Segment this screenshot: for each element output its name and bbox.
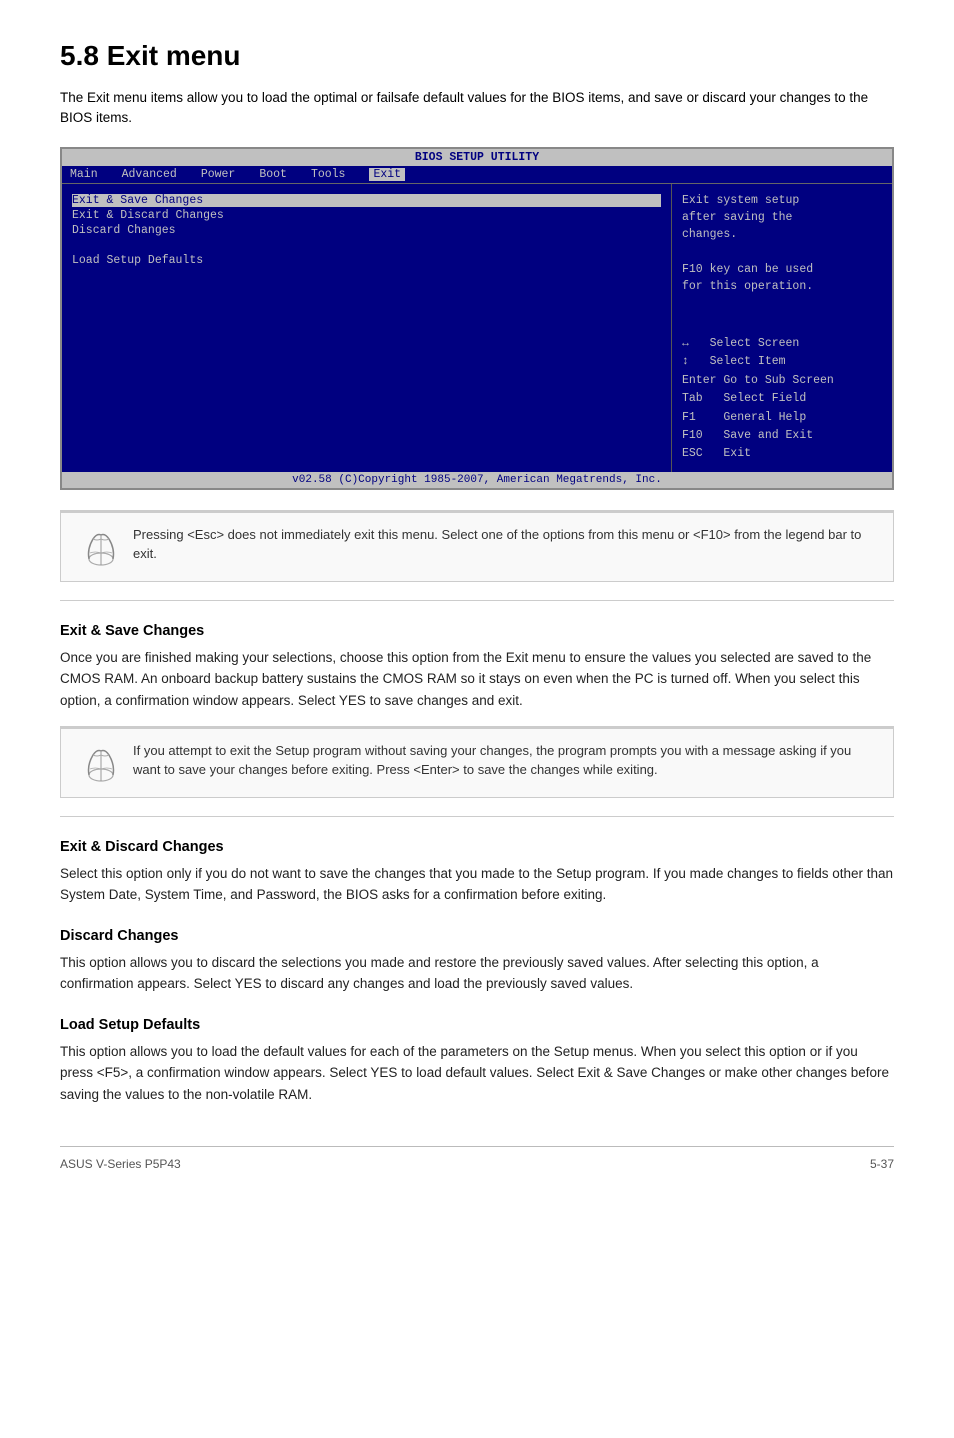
divider-1 [60,600,894,601]
bios-legend-item-screen: ↔ Select Screen [682,335,882,353]
bios-menu-item-1: Exit & Save Changes [72,194,661,207]
bios-help-text: Exit system setupafter saving thechanges… [682,192,882,296]
bios-legend-item-item: ↕ Select Item [682,353,882,371]
bios-header: BIOS SETUP UTILITY [62,149,892,166]
bios-nav-power: Power [201,168,236,181]
section-heading-exit-discard: Exit & Discard Changes [60,839,894,855]
section-heading-exit-save: Exit & Save Changes [60,623,894,639]
section-heading-discard: Discard Changes [60,928,894,944]
bios-screenshot: BIOS SETUP UTILITY Main Advanced Power B… [60,147,894,490]
bios-nav-tools: Tools [311,168,346,181]
note-icon-1 [75,525,119,569]
bios-footer: v02.58 (C)Copyright 1985-2007, American … [62,472,892,488]
bios-nav-advanced: Advanced [122,168,177,181]
bios-legend-item-esc: ESC Exit [682,445,882,463]
bios-menu-item-4: Load Setup Defaults [72,254,661,267]
bios-legend-item-f1: F1 General Help [682,409,882,427]
footer-right: 5-37 [870,1157,894,1171]
bios-menu-item-2: Exit & Discard Changes [72,209,661,222]
bios-nav: Main Advanced Power Boot Tools Exit [62,166,892,184]
note-text-2: If you attempt to exit the Setup program… [133,741,879,780]
bios-legend-item-enter: Enter Go to Sub Screen [682,372,882,390]
footer-left: ASUS V-Series P5P43 [60,1157,181,1171]
section-body-exit-discard: Select this option only if you do not wa… [60,863,894,906]
intro-text: The Exit menu items allow you to load th… [60,88,894,129]
bios-legend-item-f10: F10 Save and Exit [682,427,882,445]
bios-menu-item-spacer [72,239,661,252]
divider-2 [60,816,894,817]
section-body-discard: This option allows you to discard the se… [60,952,894,995]
bios-legend: ↔ Select Screen ↕ Select Item Enter Go t… [682,335,882,464]
bios-nav-main: Main [70,168,98,181]
bios-legend-item-tab: Tab Select Field [682,390,882,408]
bios-nav-exit: Exit [369,168,405,181]
note-icon-2 [75,741,119,785]
note-text-1: Pressing <Esc> does not immediately exit… [133,525,879,564]
page-footer: ASUS V-Series P5P43 5-37 [60,1146,894,1171]
section-body-load-defaults: This option allows you to load the defau… [60,1041,894,1106]
note-box-2: If you attempt to exit the Setup program… [60,726,894,798]
page-title: 5.8 Exit menu [60,40,894,72]
bios-help-panel: Exit system setupafter saving thechanges… [672,184,892,472]
bios-nav-boot: Boot [259,168,287,181]
section-body-exit-save: Once you are finished making your select… [60,647,894,712]
bios-body: Exit & Save Changes Exit & Discard Chang… [62,184,892,472]
section-heading-load-defaults: Load Setup Defaults [60,1017,894,1033]
note-box-1: Pressing <Esc> does not immediately exit… [60,510,894,582]
bios-menu-left: Exit & Save Changes Exit & Discard Chang… [62,184,672,472]
bios-menu-item-3: Discard Changes [72,224,661,237]
